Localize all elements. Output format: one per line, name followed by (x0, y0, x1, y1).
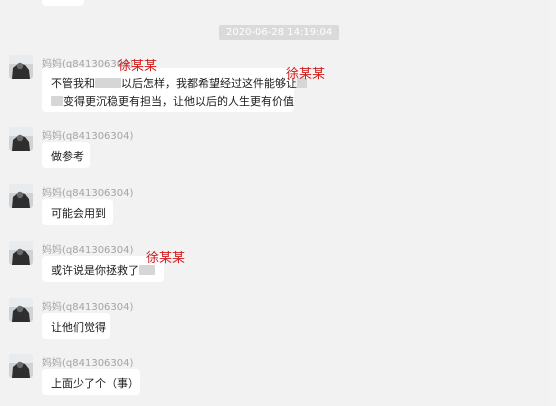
annotation-label: 徐某某 (146, 251, 186, 266)
message-text: 让他们觉得 (51, 321, 106, 334)
message-line-1: 不管我和 以后怎样，我都希望经过这件能够让 (51, 75, 307, 91)
sender-name: 妈妈(q841306304) (42, 358, 134, 369)
message-text: 乎 (56, 0, 68, 1)
message-text: 做参考 (51, 150, 84, 163)
avatar[interactable] (9, 298, 33, 322)
scrollbar-track[interactable] (550, 0, 556, 406)
avatar[interactable] (9, 184, 33, 208)
message-bubble[interactable]: 可能会用到 (42, 199, 113, 225)
scrollbar-thumb[interactable] (550, 0, 556, 406)
sender-name: 妈妈(q841306304) (42, 188, 134, 199)
message-bubble[interactable]: 不管我和 以后怎样，我都希望经过这件能够让 变得更沉稳更有担当，让他以后的人生更有… (42, 68, 307, 112)
avatar[interactable] (9, 354, 33, 378)
sender-name: 妈妈(q841306304) (42, 245, 134, 256)
message-line-2: 变得更沉稳更有担当，让他以后的人生更有价值 (51, 93, 294, 109)
redacted-name (95, 78, 121, 88)
message-line: 或许说是你拯救了 (51, 262, 155, 278)
message-bubble[interactable]: 让他们觉得 (42, 313, 110, 339)
sender-name: 妈妈(q841306304) (42, 302, 134, 313)
redacted-name (139, 265, 155, 275)
message-text: 可能会用到 (51, 207, 106, 220)
avatar[interactable] (9, 55, 33, 79)
annotation-label: 徐某某 (118, 59, 158, 74)
redacted-name (51, 96, 63, 106)
avatar[interactable] (9, 127, 33, 151)
message-bubble[interactable]: 上面少了个（事） (42, 369, 140, 395)
message-text: 上面少了个（事） (51, 377, 139, 390)
annotation-label: 徐某某 (286, 67, 326, 82)
message-bubble-partial: 乎 (42, 0, 84, 6)
sender-name: 妈妈(q841306304) (42, 131, 134, 142)
timestamp-divider: 2020-06-28 14:19:04 (219, 25, 340, 40)
avatar[interactable] (9, 241, 33, 265)
message-bubble[interactable]: 做参考 (42, 142, 90, 168)
